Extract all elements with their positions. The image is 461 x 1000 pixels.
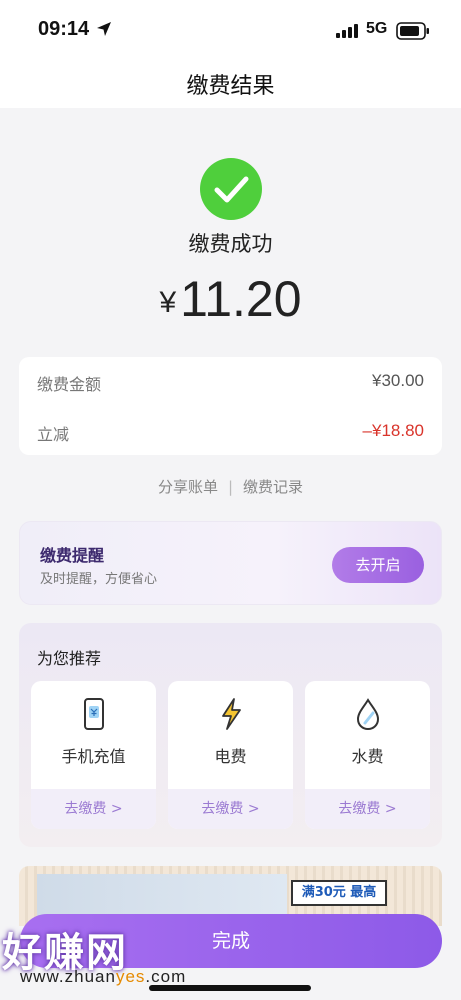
water-drop-icon xyxy=(356,698,379,731)
paid-amount: ¥11.20 xyxy=(0,270,461,328)
page-title: 缴费结果 xyxy=(186,74,275,99)
detail-label: 缴费金额 xyxy=(37,375,102,394)
action-links: 分享账单 | 缴费记录 xyxy=(0,476,461,497)
currency-symbol: ¥ xyxy=(159,286,177,319)
recommend-item-water[interactable]: 水费 去缴费 > xyxy=(305,681,430,829)
go-pay-button[interactable]: 去缴费 > xyxy=(168,789,293,829)
amount-value: 11.20 xyxy=(180,271,302,327)
watermark-url-highlight: yes xyxy=(115,967,146,986)
watermark-url-prefix: www.zhuan xyxy=(20,967,116,986)
recommend-item-label: 手机充值 xyxy=(61,747,126,766)
recommend-title: 为您推荐 xyxy=(37,649,102,668)
enable-reminder-button[interactable]: 去开启 xyxy=(332,547,424,583)
recommend-item-label: 水费 xyxy=(351,747,384,766)
payment-records-link[interactable]: 缴费记录 xyxy=(243,478,303,496)
payment-reminder-card: 缴费提醒 及时提醒，方便省心 去开启 xyxy=(19,521,442,605)
cellular-signal-icon xyxy=(336,24,358,38)
banner-tag: 满30元 最高 xyxy=(291,880,387,906)
detail-label: 立减 xyxy=(37,425,70,444)
nav-bar: 缴费结果 xyxy=(0,56,461,108)
discount-value: –¥18.80 xyxy=(362,421,424,440)
success-check-icon xyxy=(200,158,262,220)
detail-value: ¥30.00 xyxy=(372,371,424,390)
status-time: 09:14 xyxy=(38,18,90,40)
network-type: 5G xyxy=(366,20,388,37)
watermark-url: www.zhuanyes.com xyxy=(20,967,186,987)
go-pay-button[interactable]: 去缴费 > xyxy=(31,789,156,829)
location-arrow-icon xyxy=(97,22,111,36)
recommend-item-electricity[interactable]: 电费 去缴费 > xyxy=(168,681,293,829)
reminder-subtitle: 及时提醒，方便省心 xyxy=(40,572,158,587)
detail-row-discount: 立减 –¥18.80 xyxy=(37,417,424,447)
go-pay-button[interactable]: 去缴费 > xyxy=(305,789,430,829)
lightning-icon xyxy=(221,698,241,730)
payment-details-card: 缴费金额 ¥30.00 立减 –¥18.80 xyxy=(19,357,442,455)
home-indicator xyxy=(149,985,311,991)
battery-icon xyxy=(396,22,429,40)
share-bill-link[interactable]: 分享账单 xyxy=(158,478,218,496)
link-divider: | xyxy=(227,478,234,496)
phone-icon xyxy=(83,698,104,730)
recommend-item-label: 电费 xyxy=(214,747,247,766)
payment-status: 缴费成功 xyxy=(188,232,273,256)
detail-row-amount: 缴费金额 ¥30.00 xyxy=(37,367,424,397)
status-bar: 09:14 5G xyxy=(0,0,461,56)
recommend-section: 为您推荐 手机充值 去缴费 > 电费 去缴费 > 水费 去缴费 > xyxy=(19,623,442,847)
watermark-url-suffix: .com xyxy=(145,967,187,986)
recommend-item-phone-topup[interactable]: 手机充值 去缴费 > xyxy=(31,681,156,829)
reminder-title: 缴费提醒 xyxy=(40,546,105,565)
